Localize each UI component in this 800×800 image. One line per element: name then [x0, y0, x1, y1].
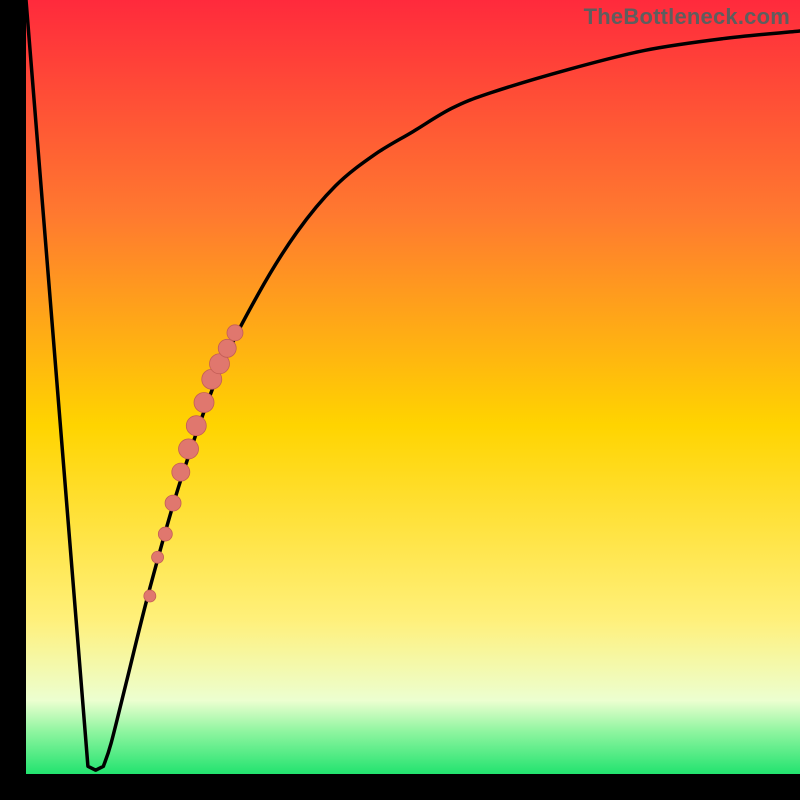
- marker-dot: [172, 463, 190, 481]
- marker-dot: [152, 551, 164, 563]
- marker-dot: [165, 495, 181, 511]
- marker-dot: [218, 339, 236, 357]
- marker-dot: [186, 416, 206, 436]
- plot-area: [26, 0, 800, 774]
- x-axis-bar: [0, 774, 800, 800]
- watermark-label: TheBottleneck.com: [584, 4, 790, 30]
- y-axis-bar: [0, 0, 26, 800]
- marker-dot: [179, 439, 199, 459]
- highlighted-segment: [26, 0, 800, 774]
- marker-dot: [144, 590, 156, 602]
- marker-dot: [227, 325, 243, 341]
- marker-dot: [194, 392, 214, 412]
- marker-dot: [158, 527, 172, 541]
- chart-container: TheBottleneck.com: [0, 0, 800, 800]
